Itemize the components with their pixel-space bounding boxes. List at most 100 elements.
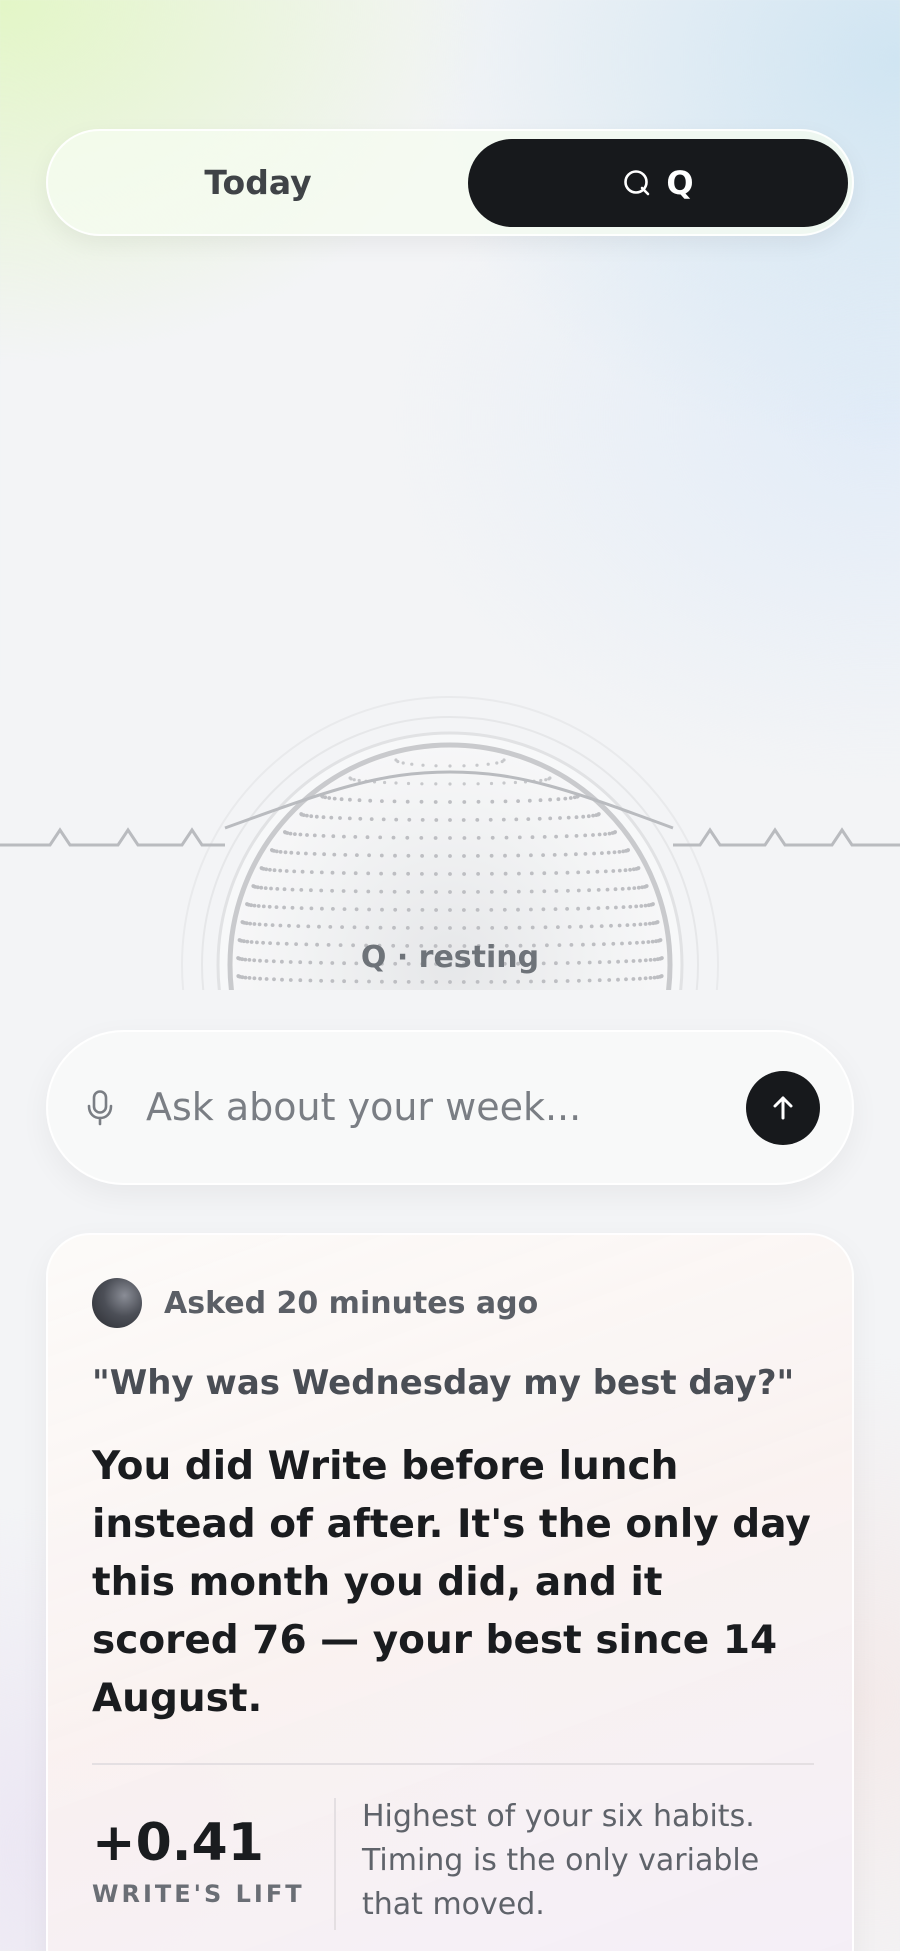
orb-dot [259, 885, 264, 890]
orb-dot [581, 814, 586, 819]
orb-dot [476, 799, 481, 804]
orb-dot [603, 869, 608, 874]
orb-dot [309, 906, 314, 911]
orb-dot [329, 815, 334, 820]
orb-dot [586, 870, 591, 874]
orb-dot [586, 814, 591, 819]
orb-dot [340, 925, 344, 929]
ask-input[interactable] [146, 1072, 686, 1142]
orb-dot [317, 924, 321, 929]
orb-dot [381, 817, 386, 822]
orb-dot [367, 979, 371, 984]
orb-dot [448, 926, 452, 930]
orb-dot [348, 797, 352, 802]
tab-today[interactable]: Today [48, 131, 468, 234]
orb-dot [576, 870, 581, 875]
orb-dot [405, 926, 410, 930]
orb-dot [331, 907, 335, 911]
orb-dot [448, 890, 452, 894]
orb-dot [392, 925, 396, 930]
orb-dot [475, 908, 480, 912]
orb-dot [278, 923, 283, 928]
orb-dot [299, 888, 304, 892]
orb-dot [644, 884, 649, 888]
stat-value: +0.41 [92, 1813, 264, 1873]
orb-dot [249, 903, 254, 908]
orb-dot [406, 890, 411, 894]
orb-dot [648, 976, 653, 980]
orb-dot [342, 907, 347, 911]
orb-dot [591, 833, 595, 837]
orb-dot [321, 815, 326, 820]
orb-dot [576, 888, 581, 893]
orb-dot [244, 921, 249, 926]
orb-dot [287, 923, 291, 928]
orb-dot [643, 903, 648, 908]
orb-dot [462, 764, 466, 768]
orb-dot [353, 889, 358, 894]
orb-dot [516, 799, 520, 803]
orb-dot [542, 835, 547, 839]
orb-dot [503, 871, 508, 876]
orb-dot [433, 800, 438, 804]
orb-dot [586, 906, 591, 911]
q-orb[interactable]: Q · resting [0, 560, 900, 990]
orb-dot [304, 851, 308, 856]
orb-dot [309, 814, 314, 819]
orb-dot [393, 979, 398, 984]
orb-dot [434, 872, 438, 876]
orb-dot [410, 762, 414, 766]
send-button[interactable] [746, 1071, 820, 1145]
orb-dot [597, 978, 602, 983]
orb-dot [292, 869, 297, 874]
orb-dot [529, 889, 534, 894]
orb-dot [264, 867, 269, 872]
orb-dot [513, 780, 518, 785]
orb-dot [305, 813, 309, 818]
orb-dot [599, 924, 604, 928]
orb-dot [516, 853, 521, 858]
mic-icon[interactable] [86, 1090, 114, 1126]
orb-dot [614, 905, 618, 910]
orb-dot [269, 886, 273, 891]
orb-dot [529, 853, 533, 858]
orb-dot [462, 854, 466, 858]
asked-timestamp: Asked 20 minutes ago [164, 1285, 539, 1321]
orb-dot [503, 889, 508, 894]
orb-dot [502, 907, 507, 912]
orb-dot [462, 800, 467, 804]
orb-dot [421, 763, 425, 767]
tab-q-label: Q [666, 164, 694, 202]
orb-dot [475, 763, 479, 767]
orb-dot [406, 908, 411, 912]
orb-dot [420, 890, 424, 894]
orb-dot [516, 889, 521, 894]
orb-dot [282, 905, 286, 910]
orb-dot [563, 852, 568, 857]
orb-dot [489, 890, 494, 894]
orb-dot [353, 871, 358, 876]
orb-dot [476, 890, 480, 894]
orb-dot [489, 781, 494, 786]
orb-dot [490, 871, 494, 876]
orb-dot [298, 978, 303, 983]
tab-q[interactable]: Q [468, 139, 848, 227]
orb-dot [611, 869, 616, 873]
orb-dot [434, 782, 438, 786]
orb-dot [475, 818, 480, 822]
orb-dot [517, 925, 522, 930]
orb-dot [434, 764, 438, 768]
orb-dot [621, 905, 626, 909]
orb-dot [568, 796, 573, 800]
orb-dot [554, 871, 559, 875]
orb-dot [366, 871, 371, 876]
orb-dot [252, 976, 257, 981]
orb-dot [495, 761, 499, 765]
orb-dot [267, 904, 272, 909]
orb-dot [342, 979, 346, 984]
orb-dot [284, 869, 289, 873]
orb-dot [574, 815, 579, 820]
orb-dot [628, 904, 633, 909]
orb-dot [589, 924, 594, 929]
orb-dot [365, 925, 370, 930]
